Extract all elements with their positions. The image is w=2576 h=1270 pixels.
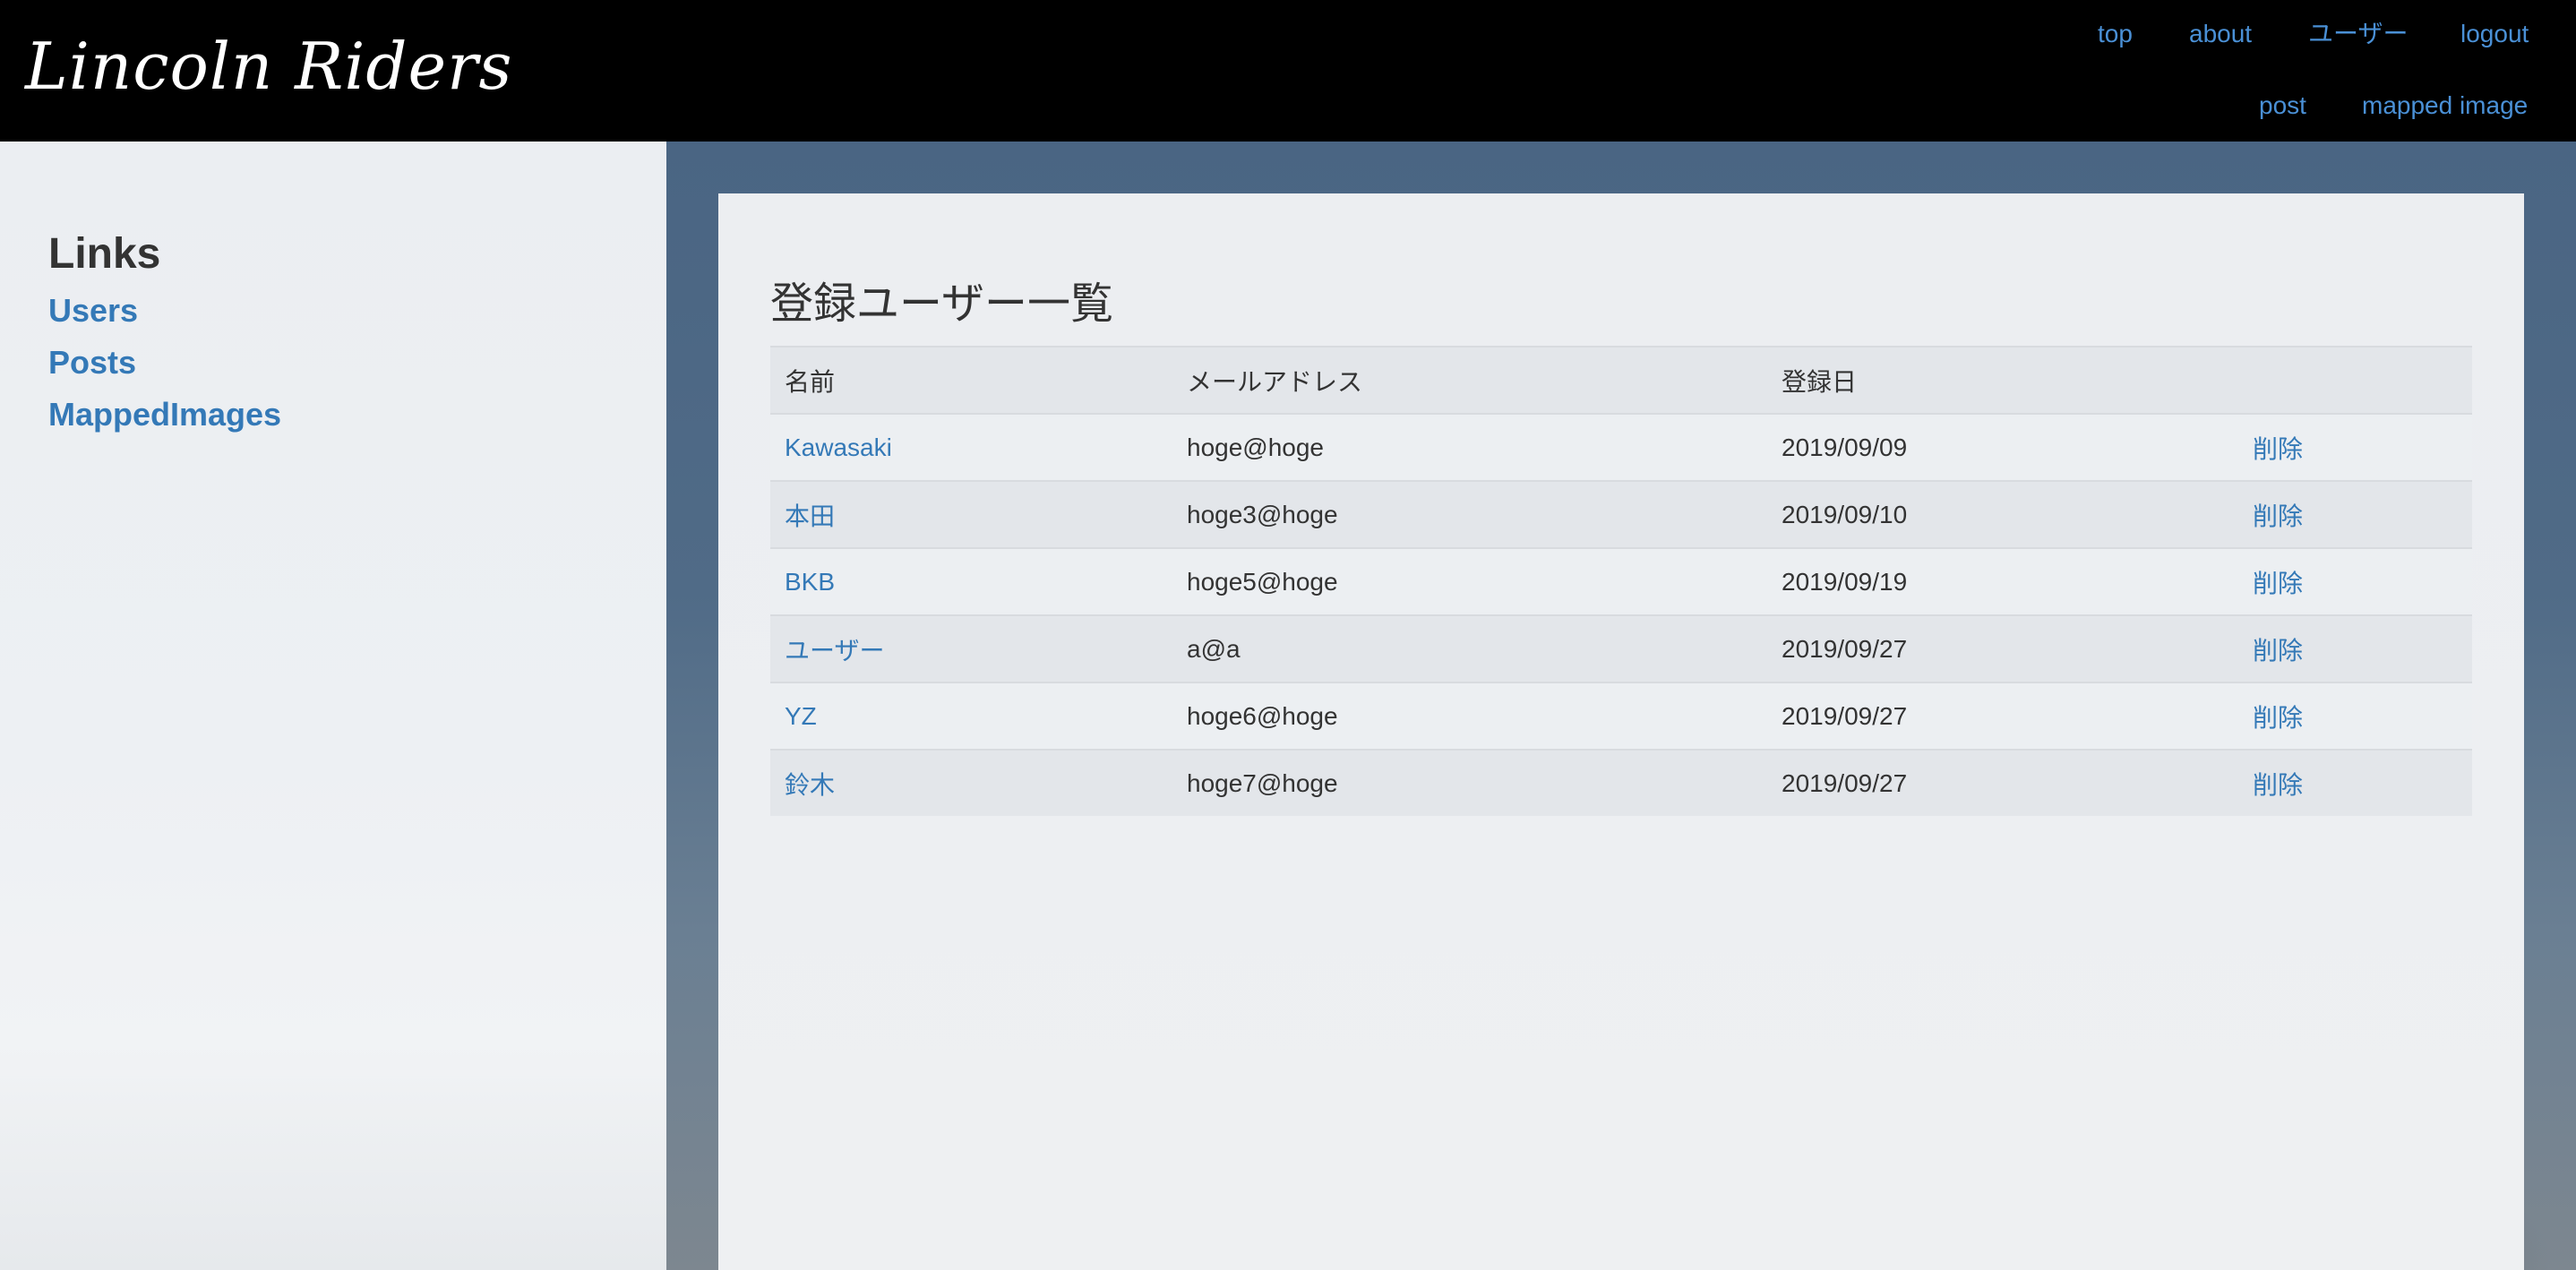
user-registered-date: 2019/09/27 <box>1767 614 2238 682</box>
user-name-link[interactable]: YZ <box>785 702 817 730</box>
sidebar: Links Users Posts MappedImages <box>0 142 666 1270</box>
table-header-row: 名前 メールアドレス 登録日 <box>770 346 2472 414</box>
user-email: hoge@hoge <box>1172 413 1767 481</box>
site-logo[interactable]: Lincoln Riders <box>25 23 512 109</box>
nav-post[interactable]: post <box>2259 90 2306 122</box>
user-registered-date: 2019/09/19 <box>1767 547 2238 615</box>
table-row: 鈴木 hoge7@hoge 2019/09/27 削除 <box>770 749 2472 816</box>
main-panel: 登録ユーザー一覧 名前 メールアドレス 登録日 Kawasaki hoge@ho… <box>718 193 2524 1270</box>
site-header: Lincoln Riders top about ユーザー logout pos… <box>0 0 2576 142</box>
user-registered-date: 2019/09/27 <box>1767 682 2238 750</box>
sidebar-item-mappedimages[interactable]: MappedImages <box>48 394 281 435</box>
nav-mapped-image[interactable]: mapped image <box>2362 90 2528 122</box>
user-email: hoge5@hoge <box>1172 547 1767 615</box>
sidebar-title: Links <box>48 230 161 278</box>
delete-user-button[interactable]: 削除 <box>2253 771 2303 799</box>
user-email: hoge3@hoge <box>1172 480 1767 548</box>
table-row: YZ hoge6@hoge 2019/09/27 削除 <box>770 682 2472 750</box>
user-email: hoge7@hoge <box>1172 749 1767 816</box>
delete-user-button[interactable]: 削除 <box>2253 435 2303 463</box>
nav-logout[interactable]: logout <box>2460 18 2529 50</box>
delete-user-button[interactable]: 削除 <box>2253 637 2303 665</box>
column-header-date: 登録日 <box>1767 346 2238 414</box>
user-name-link[interactable]: Kawasaki <box>785 433 892 461</box>
user-name-link[interactable]: BKB <box>785 568 835 596</box>
nav-top[interactable]: top <box>2098 18 2133 50</box>
column-header-email: メールアドレス <box>1172 346 1767 414</box>
user-registered-date: 2019/09/10 <box>1767 480 2238 548</box>
nav-about[interactable]: about <box>2189 18 2252 50</box>
sidebar-item-users[interactable]: Users <box>48 290 138 331</box>
user-name-link[interactable]: 鈴木 <box>785 771 835 799</box>
table-row: ユーザー a@a 2019/09/27 削除 <box>770 614 2472 682</box>
column-header-name: 名前 <box>770 346 1172 414</box>
user-name-link[interactable]: 本田 <box>785 502 835 530</box>
sidebar-item-posts[interactable]: Posts <box>48 342 136 383</box>
user-registered-date: 2019/09/09 <box>1767 413 2238 481</box>
table-row: Kawasaki hoge@hoge 2019/09/09 削除 <box>770 413 2472 481</box>
user-registered-date: 2019/09/27 <box>1767 749 2238 816</box>
delete-user-button[interactable]: 削除 <box>2253 570 2303 597</box>
delete-user-button[interactable]: 削除 <box>2253 502 2303 530</box>
table-row: BKB hoge5@hoge 2019/09/19 削除 <box>770 547 2472 615</box>
user-email: a@a <box>1172 614 1767 682</box>
user-name-link[interactable]: ユーザー <box>785 637 884 665</box>
nav-users[interactable]: ユーザー <box>2308 18 2408 50</box>
user-email: hoge6@hoge <box>1172 682 1767 750</box>
delete-user-button[interactable]: 削除 <box>2253 704 2303 732</box>
column-header-action <box>2238 346 2472 414</box>
page-title: 登録ユーザー一覧 <box>770 280 1114 328</box>
users-table: 名前 メールアドレス 登録日 Kawasaki hoge@hoge 2019/0… <box>770 346 2472 816</box>
table-row: 本田 hoge3@hoge 2019/09/10 削除 <box>770 480 2472 548</box>
